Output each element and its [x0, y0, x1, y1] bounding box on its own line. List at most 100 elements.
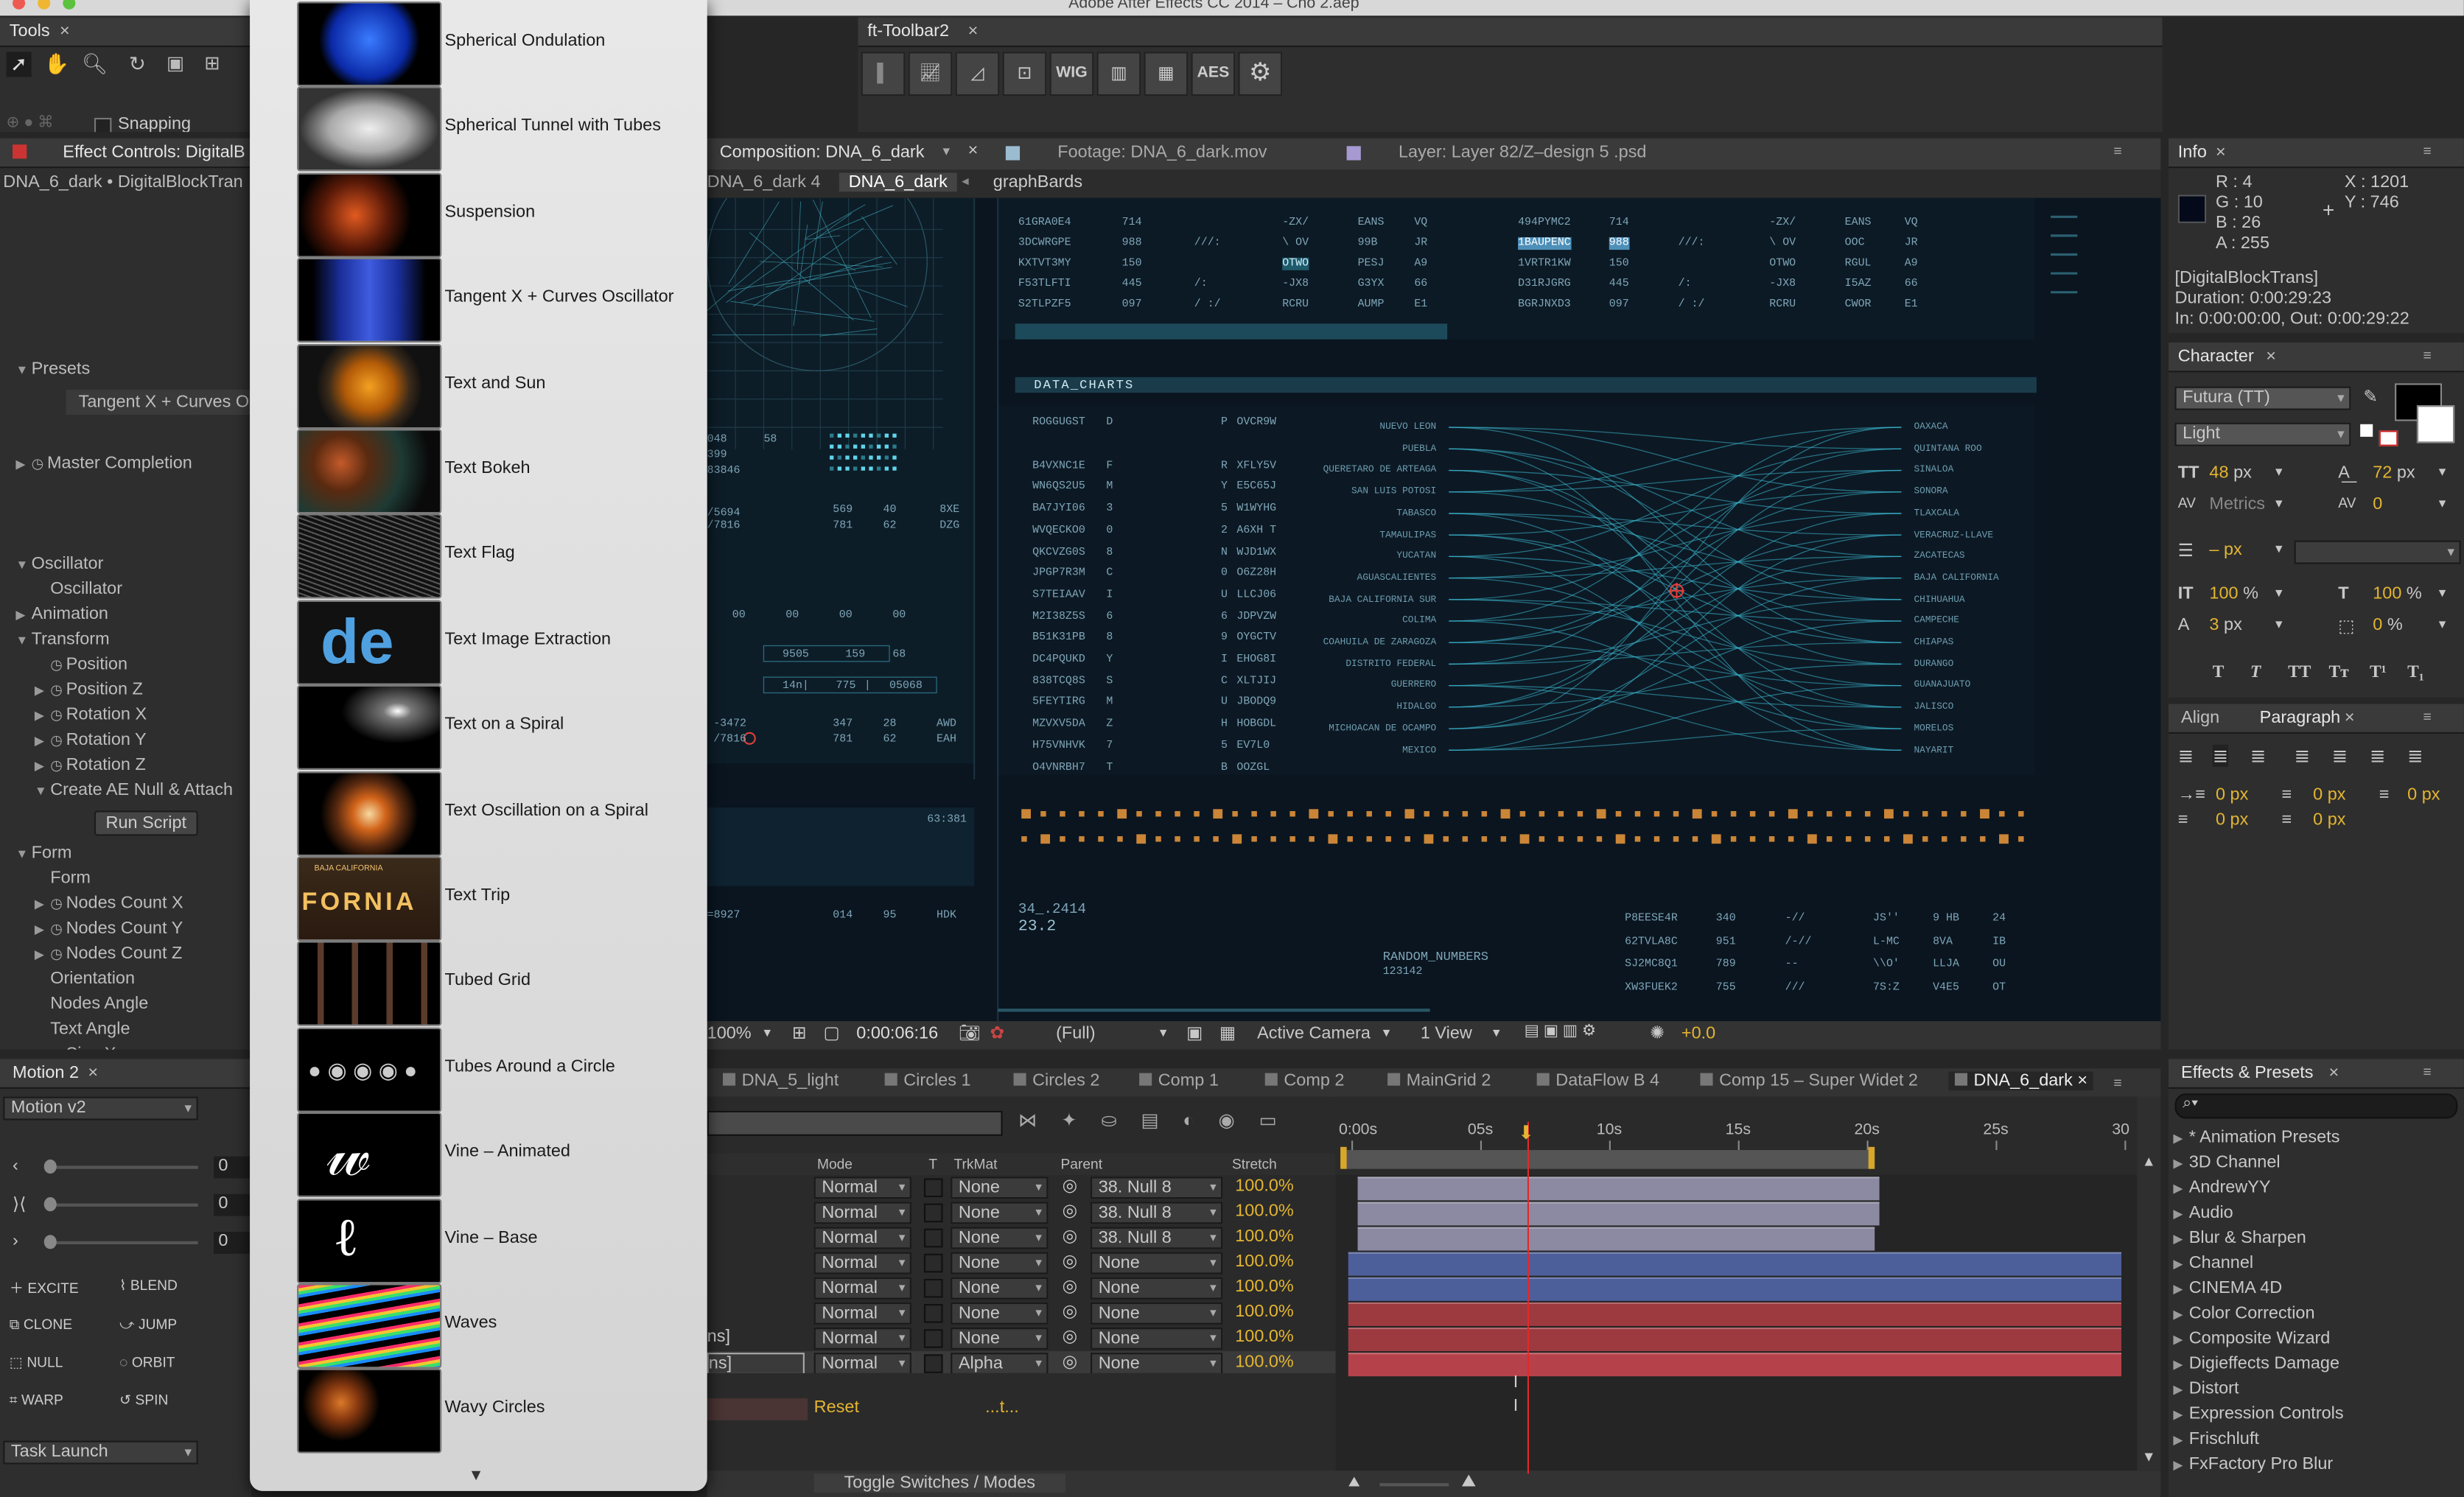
slider-track[interactable]	[47, 1165, 198, 1168]
panel-menu-icon[interactable]: ≡	[2113, 144, 2132, 158]
panel-menu-icon[interactable]: ≡	[2423, 1065, 2442, 1079]
aes-button[interactable]: AES	[1191, 52, 1236, 96]
warp-button[interactable]: ⌗ WARP	[10, 1392, 63, 1409]
motion-preset-dropdown[interactable]: Motion v2	[3, 1097, 197, 1121]
pickwhip-icon[interactable]: ◎	[1063, 1200, 1077, 1221]
effect-property-row[interactable]: Nodes Angle	[35, 992, 148, 1017]
slider-3[interactable]: › 0	[13, 1232, 248, 1254]
preset-menu-item[interactable]: Text Bokeh	[297, 429, 705, 511]
breadcrumb-item[interactable]: graphBards	[993, 173, 1082, 192]
tab-align[interactable]: Align	[2181, 707, 2219, 729]
blend-button[interactable]: ⌇ BLEND	[119, 1277, 178, 1294]
zoom-window-dot[interactable]	[63, 0, 75, 10]
snapshot-icon[interactable]: 📷︎	[959, 1023, 981, 1043]
preserve-transparency-checkbox[interactable]	[924, 1178, 943, 1197]
pickwhip-icon[interactable]: ◎	[1063, 1301, 1077, 1322]
preserve-transparency-checkbox[interactable]	[924, 1354, 943, 1373]
disclosure-triangle-icon[interactable]: ▶	[2173, 1126, 2188, 1151]
track-matte-dropdown[interactable]: None	[951, 1252, 1048, 1275]
effects-category[interactable]: ▶ CINEMA 4D	[2173, 1276, 2282, 1301]
stopwatch-icon[interactable]: ◷	[32, 451, 47, 476]
blend-mode-dropdown[interactable]: Normal	[814, 1277, 911, 1300]
pickwhip-icon[interactable]: ◎	[1063, 1251, 1077, 1272]
reset-dots[interactable]: ...t...	[985, 1398, 1019, 1417]
font-size-caret-icon[interactable]: ▾	[2275, 463, 2283, 480]
stretch-value[interactable]: 100.0%	[1235, 1353, 1294, 1372]
effect-property-row[interactable]: Oscillator	[35, 577, 122, 602]
slider-2[interactable]: ⟩⟨ 0	[13, 1194, 248, 1216]
snapping-checkbox[interactable]	[94, 118, 111, 132]
comp-dropdown-icon[interactable]: ▾	[943, 143, 951, 160]
pickwhip-icon[interactable]: ◎	[1063, 1175, 1077, 1196]
close-icon[interactable]: ×	[968, 21, 979, 43]
stopwatch-icon[interactable]: ◷	[50, 1042, 66, 1050]
preserve-transparency-checkbox[interactable]	[924, 1304, 943, 1323]
pickwhip-icon[interactable]: ◎	[1063, 1326, 1077, 1347]
toggle-switches-modes-button[interactable]: Toggle Switches / Modes	[814, 1473, 1065, 1493]
disclosure-triangle-icon[interactable]: ▼	[35, 779, 50, 804]
preserve-transparency-checkbox[interactable]	[924, 1229, 943, 1248]
pickwhip-icon[interactable]: ◎	[1063, 1225, 1077, 1246]
effect-property-row[interactable]: ▶ ◷ Nodes Count Z	[35, 941, 182, 966]
disclosure-triangle-icon[interactable]: ▶	[2173, 1378, 2188, 1403]
effects-category[interactable]: ▶ Audio	[2173, 1200, 2233, 1225]
slider-value[interactable]: 0	[214, 1232, 251, 1254]
grid-icon[interactable]: ⊞	[792, 1023, 807, 1043]
preset-menu-item[interactable]: Wavy Circles	[297, 1369, 705, 1451]
blend-mode-dropdown[interactable]: Normal	[814, 1202, 911, 1224]
orbit-button[interactable]: ◌ ORBIT	[119, 1354, 175, 1370]
slider-value[interactable]: 0	[214, 1194, 251, 1216]
parent-dropdown[interactable]: None	[1091, 1353, 1222, 1375]
timeline-layer-row[interactable]: Normal None ◎ None 100.0%	[707, 1251, 1336, 1276]
effect-property-row[interactable]: Orientation	[35, 967, 135, 992]
panel-menu-icon[interactable]: ≡	[2423, 710, 2442, 724]
all-caps-button[interactable]: TT	[2288, 663, 2311, 682]
stroke-color-swatch[interactable]	[2417, 405, 2454, 443]
stopwatch-icon[interactable]: ◷	[50, 652, 66, 677]
playhead-handle-icon[interactable]: ⬇	[1518, 1122, 1533, 1144]
disclosure-triangle-icon[interactable]: ▶	[35, 892, 50, 917]
close-icon[interactable]: ×	[2077, 1071, 2087, 1090]
effect-property-row[interactable]: ▶ ◷ Rotation X	[35, 702, 147, 727]
track-matte-dropdown[interactable]: None	[951, 1177, 1048, 1199]
preset-menu-item[interactable]: Spherical Tunnel with Tubes	[297, 87, 705, 169]
work-area-end-handle[interactable]	[1869, 1147, 1875, 1169]
work-area-bar[interactable]	[1345, 1150, 1874, 1169]
resolution-dropdown[interactable]: (Full)	[1056, 1024, 1095, 1043]
effects-category[interactable]: ▶ Distort	[2173, 1376, 2239, 1401]
tsume-value[interactable]: 0 %	[2373, 616, 2402, 635]
effect-property-row[interactable]: Text Angle	[35, 1017, 130, 1042]
tool-button-1-icon[interactable]: ▌	[861, 52, 906, 96]
preset-menu-item[interactable]: BAJA CALIFORNIA FORNIA Text Trip	[297, 856, 705, 938]
disclosure-triangle-icon[interactable]: ▶	[2173, 1177, 2188, 1202]
timeline-layer-row[interactable]: Normal None ◎ None 100.0%	[707, 1276, 1336, 1301]
preserve-transparency-checkbox[interactable]	[924, 1329, 943, 1348]
timeline-tab[interactable]: DNA_5_light	[723, 1071, 839, 1090]
tab-footage[interactable]: Footage: DNA_6_dark.mov	[1057, 143, 1267, 162]
vertical-scale-caret-icon[interactable]: ▾	[2275, 584, 2283, 601]
superscript-button[interactable]: T¹	[2370, 663, 2387, 682]
effect-property-row[interactable]: Form	[35, 866, 91, 891]
timeline-tab[interactable]: Circles 1	[885, 1071, 971, 1090]
layer-duration-bar[interactable]	[1357, 1227, 1874, 1251]
effects-category[interactable]: ▶ AndrewYY	[2173, 1175, 2270, 1200]
tracking-value[interactable]: 0	[2373, 495, 2382, 514]
blend-mode-dropdown[interactable]: Normal	[814, 1303, 911, 1325]
minimize-window-dot[interactable]	[38, 0, 50, 10]
timeline-graph[interactable]: I I	[1336, 1175, 2138, 1470]
baseline-shift-caret-icon[interactable]: ▾	[2275, 616, 2283, 633]
eyedropper-icon[interactable]: ✎	[2363, 387, 2378, 407]
indent-left-value[interactable]: 0 px	[2216, 785, 2248, 804]
effect-property-row[interactable]: ▶ Animation	[15, 602, 108, 627]
preset-menu-item[interactable]: Suspension	[297, 172, 705, 254]
breadcrumb-item-active[interactable]: DNA_6_dark	[839, 173, 957, 192]
tab-ft-toolbar2[interactable]: ft-Toolbar2	[867, 21, 949, 43]
disclosure-triangle-icon[interactable]: ▶	[35, 754, 50, 779]
stretch-value[interactable]: 100.0%	[1235, 1328, 1294, 1347]
null-button[interactable]: ⬚ NULL	[10, 1354, 63, 1371]
graph-button-icon[interactable]: 📈︎	[909, 52, 953, 96]
layer-duration-bar[interactable]	[1357, 1202, 1880, 1225]
composition-viewer[interactable]: DATA_CHARTS 34_.2414 23.2 RANDOM_NUMBERS…	[707, 198, 2161, 1021]
parent-dropdown[interactable]: None	[1091, 1303, 1222, 1325]
space-before-value[interactable]: 0 px	[2216, 810, 2248, 830]
